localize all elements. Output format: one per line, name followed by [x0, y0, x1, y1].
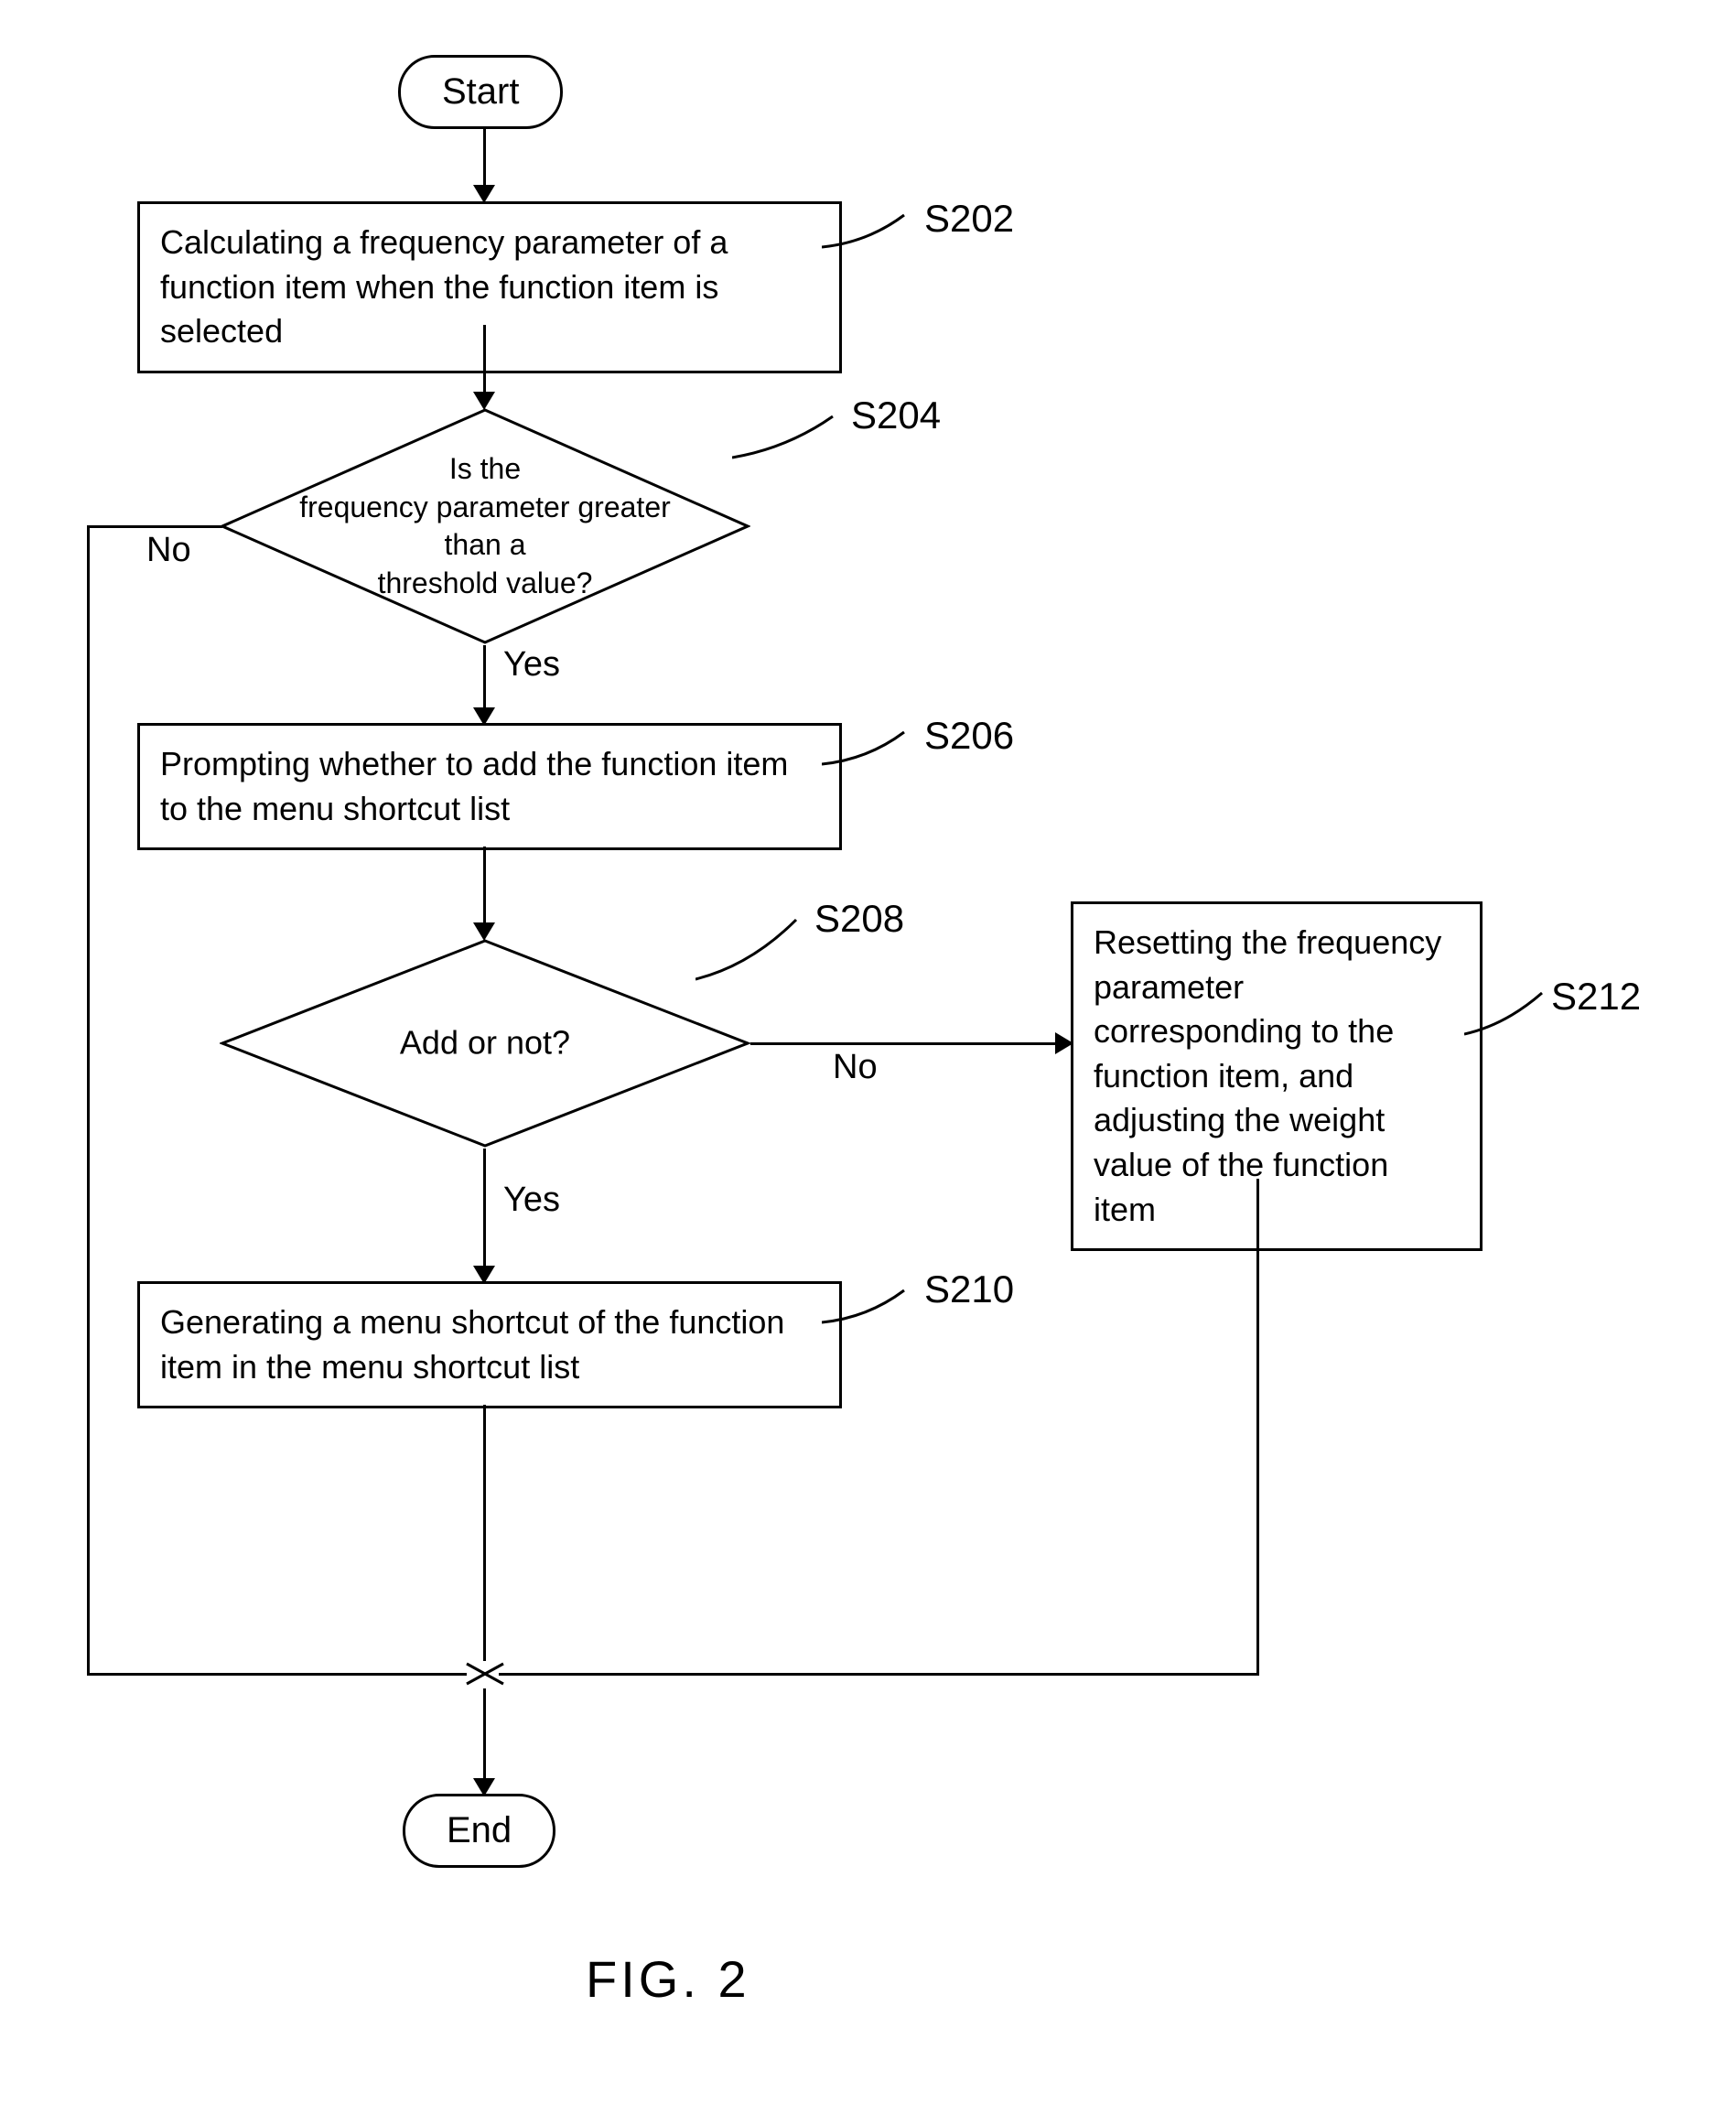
edge-label-yes: Yes	[503, 645, 560, 685]
decision-s204-text: Is the frequency parameter greater than …	[273, 450, 697, 602]
edge-label-no: No	[146, 531, 191, 570]
leader-line	[822, 1286, 922, 1341]
arrow-line	[483, 325, 486, 394]
process-s210-text: Generating a menu shortcut of the functi…	[160, 1303, 784, 1386]
label-s210: S210	[924, 1267, 1014, 1311]
label-s208: S208	[814, 897, 904, 941]
arrow-line	[87, 525, 90, 1675]
process-s202: Calculating a frequency parameter of a f…	[137, 201, 842, 373]
label-s206: S206	[924, 714, 1014, 758]
terminal-start-text: Start	[442, 71, 519, 112]
edge-label-yes: Yes	[503, 1181, 560, 1220]
leader-line	[695, 915, 814, 988]
arrowhead	[473, 185, 495, 203]
process-s210: Generating a menu shortcut of the functi…	[137, 1281, 842, 1408]
process-s212-text: Resetting the frequency parameter corres…	[1094, 923, 1441, 1228]
arrow-line	[483, 1405, 486, 1661]
leader-line	[1464, 988, 1556, 1043]
label-s212: S212	[1551, 975, 1641, 1019]
decision-s204: Is the frequency parameter greater than …	[220, 407, 750, 645]
arrow-line	[483, 1149, 486, 1267]
label-s204: S204	[851, 394, 941, 437]
figure-label: FIG. 2	[586, 1949, 750, 2009]
arrow-line	[87, 1673, 467, 1676]
label-s202: S202	[924, 197, 1014, 241]
decision-s208-text: Add or not?	[273, 1022, 697, 1065]
leader-line	[732, 412, 851, 476]
leader-line	[822, 728, 922, 782]
process-s202-text: Calculating a frequency parameter of a f…	[160, 223, 728, 350]
terminal-end-text: End	[447, 1810, 512, 1850]
arrow-line	[499, 1673, 1259, 1676]
process-s206: Prompting whether to add the function it…	[137, 723, 842, 850]
merge-mark	[462, 1656, 508, 1693]
arrow-line	[483, 128, 486, 188]
process-s212: Resetting the frequency parameter corres…	[1071, 901, 1483, 1251]
terminal-end: End	[403, 1794, 555, 1868]
arrow-line	[1256, 1179, 1259, 1675]
process-s206-text: Prompting whether to add the function it…	[160, 745, 788, 827]
flowchart-container: Start Calculating a frequency parameter …	[37, 37, 1684, 2050]
arrow-line	[483, 847, 486, 924]
terminal-start: Start	[398, 55, 563, 129]
arrow-line	[483, 1688, 486, 1780]
arrow-line	[750, 1042, 1057, 1045]
arrow-line	[87, 525, 222, 528]
arrow-line	[483, 645, 486, 709]
decision-s208: Add or not?	[220, 938, 750, 1149]
leader-line	[822, 210, 922, 265]
edge-label-no: No	[833, 1048, 878, 1087]
